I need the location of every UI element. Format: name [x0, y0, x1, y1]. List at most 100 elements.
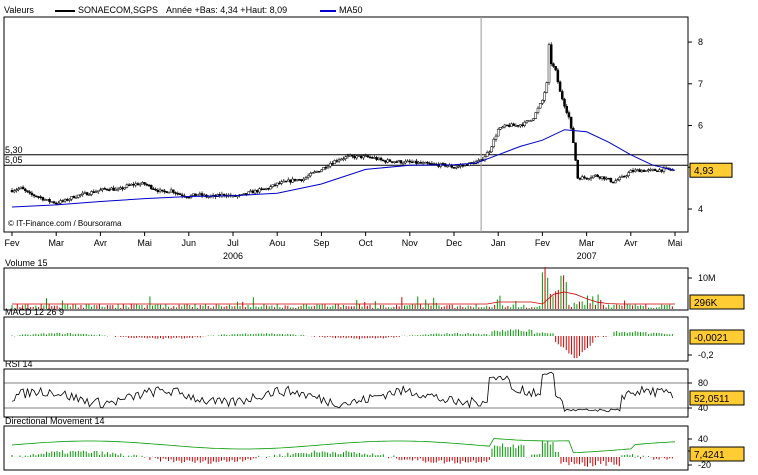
candle-body: [390, 161, 394, 163]
candle-body: [17, 188, 20, 191]
y-tick-label: 7: [698, 79, 703, 89]
candle-body: [373, 157, 376, 159]
candle-body: [366, 155, 370, 158]
candle-body: [121, 187, 124, 190]
x-tick-label: Mar: [579, 238, 595, 248]
candle-body: [591, 175, 595, 178]
candle-body: [317, 171, 321, 173]
x-tick-label: Aou: [269, 238, 285, 248]
candle-body: [653, 169, 657, 171]
y-tick-label: 4: [698, 204, 703, 214]
candle-body: [412, 160, 416, 163]
candle-body: [105, 188, 109, 191]
candle-body: [406, 160, 409, 163]
candle-body: [315, 171, 319, 173]
candle-body: [521, 124, 524, 126]
candle-body: [393, 161, 396, 163]
candle-body: [598, 176, 602, 179]
candle-body: [322, 167, 325, 171]
candle-body: [90, 191, 93, 195]
candle-body: [289, 179, 292, 183]
candle-body: [359, 155, 363, 159]
candle-body: [83, 192, 87, 194]
candle-body: [81, 192, 84, 195]
candle-body: [136, 183, 140, 186]
candle-body: [99, 189, 102, 192]
candle-body: [370, 157, 374, 159]
candle-body: [258, 188, 261, 193]
indicator-tick-label: 80: [698, 378, 708, 388]
candle-body: [379, 157, 383, 161]
candle-body: [426, 161, 429, 164]
ticker-legend: SONAECOM,SGPS: [55, 5, 158, 15]
candle-body: [194, 193, 197, 196]
candle-body: [278, 182, 281, 185]
candle-body: [368, 156, 372, 159]
candle-body: [430, 163, 434, 165]
candle-body: [96, 190, 100, 193]
candle-body: [485, 152, 489, 157]
candle-body: [107, 189, 111, 191]
x-tick-label: Jan: [491, 238, 506, 248]
ma50-legend-swatch: [320, 9, 336, 12]
candle-body: [59, 200, 62, 204]
reference-line-label: 5,05: [5, 155, 23, 165]
candle-body: [176, 192, 179, 195]
x-tick-label: Fev: [535, 238, 551, 248]
candle-body: [94, 191, 98, 193]
candle-body: [607, 177, 610, 180]
reference-line-label: 5,30: [5, 145, 23, 155]
candle-body: [311, 172, 314, 174]
candle-body: [508, 124, 511, 127]
candle-body: [461, 165, 465, 167]
candle-body: [565, 105, 568, 113]
candle-body: [245, 193, 248, 195]
candle-body: [178, 193, 182, 196]
candle-body: [640, 170, 644, 173]
candle-body: [576, 160, 580, 179]
candle-body: [12, 190, 16, 193]
x-tick-label: Jun: [182, 238, 197, 248]
candle-body: [346, 155, 350, 158]
candle-body: [527, 120, 531, 122]
candle-body: [614, 180, 617, 184]
candle-body: [35, 195, 38, 198]
candle-body: [15, 189, 18, 192]
candle-body: [110, 187, 113, 190]
candle-body: [377, 157, 381, 160]
candle-body: [479, 159, 482, 161]
candle-body: [295, 179, 299, 182]
candle-body: [66, 198, 69, 201]
candle-body: [196, 194, 199, 196]
candle-body: [103, 188, 107, 190]
candle-body: [545, 82, 549, 93]
candle-body: [134, 183, 138, 186]
candle-body: [333, 160, 336, 164]
candle-body: [549, 44, 553, 65]
candle-body: [525, 120, 529, 123]
candle-body: [41, 197, 45, 201]
candle-body: [68, 198, 71, 201]
candle-body: [337, 159, 341, 162]
candle-body: [187, 197, 191, 199]
indicator-tick-label: 40: [698, 434, 708, 444]
candle-body: [600, 176, 604, 179]
indicator-title: MACD 12 26 9: [5, 307, 64, 317]
candle-body: [30, 192, 34, 195]
candle-body: [561, 91, 564, 100]
candle-body: [24, 188, 27, 191]
candle-body: [85, 192, 89, 196]
candle-body: [247, 191, 250, 195]
candle-body: [530, 119, 533, 122]
candle-body: [79, 194, 82, 196]
ma50-legend: MA50: [320, 5, 363, 15]
x-tick-label: Jul: [227, 238, 239, 248]
candle-body: [293, 178, 297, 182]
candle-body: [362, 155, 365, 159]
candle-body: [605, 177, 608, 180]
candle-body: [503, 124, 507, 128]
candle-body: [636, 169, 639, 171]
candle-body: [156, 189, 160, 192]
candle-body: [267, 188, 270, 190]
candle-body: [494, 135, 498, 140]
